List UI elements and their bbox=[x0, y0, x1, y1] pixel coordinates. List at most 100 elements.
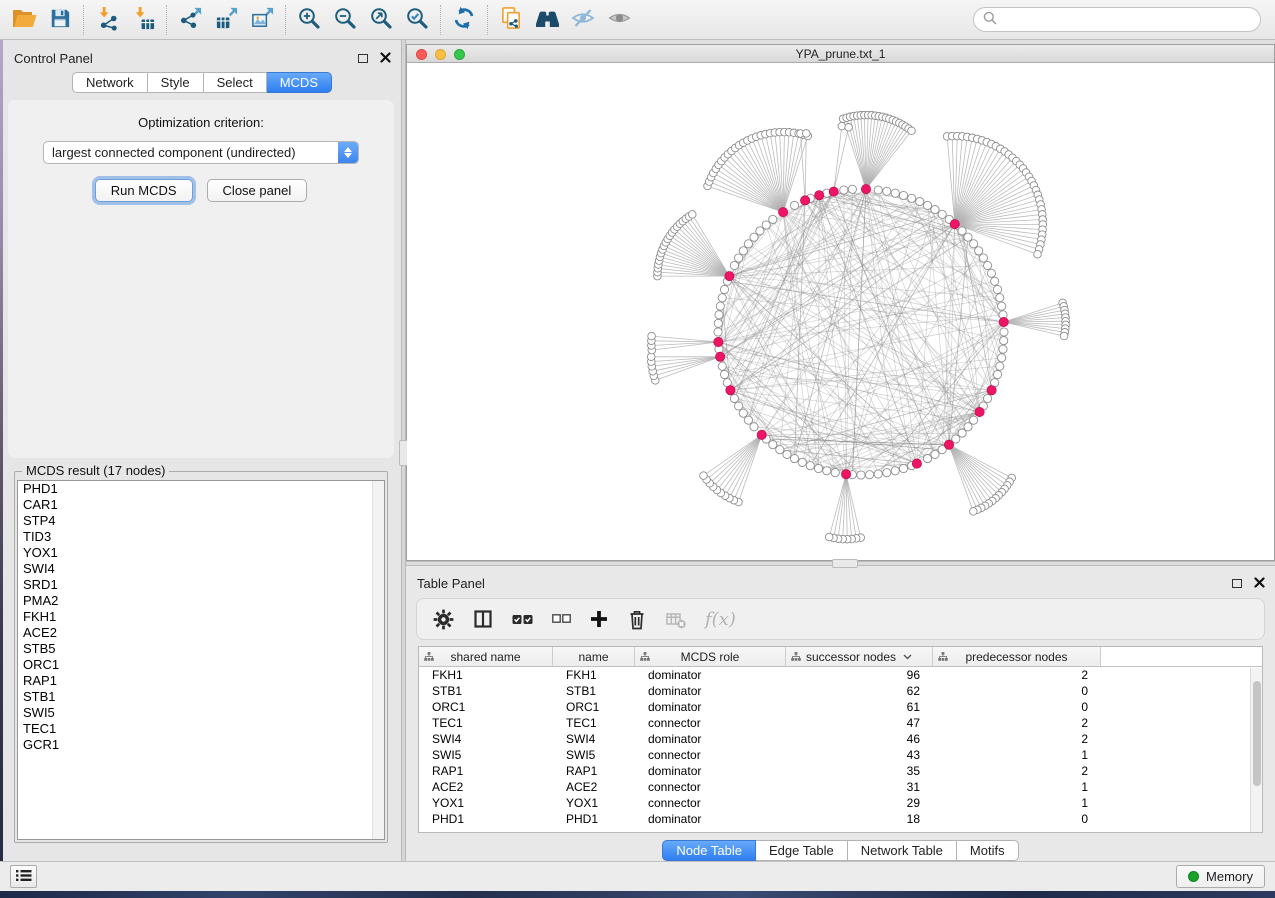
network-node[interactable] bbox=[874, 470, 882, 478]
network-edge[interactable] bbox=[962, 231, 980, 412]
network-node[interactable] bbox=[916, 198, 924, 206]
mcds-result-item[interactable]: SWI4 bbox=[18, 561, 384, 577]
network-node[interactable] bbox=[769, 215, 777, 223]
network-node[interactable] bbox=[1034, 250, 1042, 258]
network-edge[interactable] bbox=[1004, 322, 1066, 329]
network-node[interactable] bbox=[776, 446, 784, 454]
network-node[interactable] bbox=[996, 294, 1004, 302]
tab-style[interactable]: Style bbox=[148, 72, 204, 93]
show-column-icon[interactable] bbox=[473, 609, 493, 629]
network-edge[interactable] bbox=[730, 224, 954, 390]
sort-chevron-icon[interactable] bbox=[903, 654, 912, 660]
network-node[interactable] bbox=[720, 370, 728, 378]
network-node[interactable] bbox=[964, 423, 972, 431]
tab-network-table[interactable]: Network Table bbox=[848, 840, 957, 861]
network-dominator-node[interactable] bbox=[815, 191, 824, 200]
network-dominator-node[interactable] bbox=[987, 386, 996, 395]
network-node[interactable] bbox=[931, 450, 939, 458]
network-node[interactable] bbox=[970, 240, 978, 248]
network-node[interactable] bbox=[806, 462, 814, 470]
memory-button[interactable]: Memory bbox=[1176, 865, 1265, 888]
network-node[interactable] bbox=[715, 311, 723, 319]
mcds-result-item[interactable]: FKH1 bbox=[18, 609, 384, 625]
function-builder-icon[interactable]: f(x) bbox=[705, 609, 736, 630]
table-row[interactable]: FKH1FKH1dominator962 bbox=[419, 667, 1262, 683]
network-node[interactable] bbox=[993, 285, 1001, 293]
hide-selected-button[interactable] bbox=[565, 4, 601, 36]
network-edge[interactable] bbox=[801, 134, 806, 201]
network-node[interactable] bbox=[750, 423, 758, 431]
network-node[interactable] bbox=[783, 450, 791, 458]
table-row[interactable]: SWI4SWI4dominator462 bbox=[419, 731, 1262, 747]
network-edge[interactable] bbox=[783, 134, 799, 213]
network-node[interactable] bbox=[984, 261, 992, 269]
network-node[interactable] bbox=[883, 187, 891, 195]
table-options-gear-icon[interactable] bbox=[433, 609, 454, 630]
network-edge[interactable] bbox=[949, 445, 992, 501]
table-row[interactable]: TEC1TEC1connector472 bbox=[419, 715, 1262, 731]
network-edge[interactable] bbox=[725, 435, 762, 496]
tab-mcds[interactable]: MCDS bbox=[267, 72, 332, 93]
tab-edge-table[interactable]: Edge Table bbox=[756, 840, 848, 861]
network-node[interactable] bbox=[790, 455, 798, 463]
tab-select[interactable]: Select bbox=[204, 72, 267, 93]
network-edge[interactable] bbox=[654, 357, 720, 376]
show-all-button[interactable] bbox=[601, 4, 637, 36]
network-node[interactable] bbox=[996, 362, 1004, 370]
network-node[interactable] bbox=[840, 186, 848, 194]
export-network-button[interactable] bbox=[172, 4, 208, 36]
network-node[interactable] bbox=[714, 319, 722, 327]
network-edge[interactable] bbox=[955, 169, 1023, 225]
network-node[interactable] bbox=[874, 186, 882, 194]
network-node[interactable] bbox=[735, 254, 743, 262]
network-edge[interactable] bbox=[652, 342, 719, 350]
network-node[interactable] bbox=[648, 332, 656, 340]
network-node[interactable] bbox=[1060, 332, 1068, 340]
network-edge[interactable] bbox=[713, 173, 783, 212]
network-node[interactable] bbox=[714, 328, 722, 336]
network-node[interactable] bbox=[866, 471, 874, 479]
network-edge[interactable] bbox=[719, 192, 834, 350]
network-node[interactable] bbox=[975, 247, 983, 255]
network-edge[interactable] bbox=[717, 435, 762, 490]
network-edge[interactable] bbox=[725, 158, 784, 213]
network-node[interactable] bbox=[825, 533, 833, 541]
network-node[interactable] bbox=[891, 467, 899, 475]
network-edge[interactable] bbox=[955, 161, 1017, 224]
network-node[interactable] bbox=[958, 429, 966, 437]
network-node[interactable] bbox=[899, 191, 907, 199]
network-node[interactable] bbox=[756, 227, 764, 235]
network-dominator-node[interactable] bbox=[912, 459, 921, 468]
network-edge[interactable] bbox=[838, 474, 846, 539]
network-node[interactable] bbox=[739, 247, 747, 255]
mcds-result-item[interactable]: ORC1 bbox=[18, 657, 384, 673]
network-node[interactable] bbox=[803, 130, 811, 138]
table-row[interactable]: ORC1ORC1dominator610 bbox=[419, 699, 1262, 715]
network-dominator-node[interactable] bbox=[779, 208, 788, 217]
table-row[interactable]: STB1STB1dominator620 bbox=[419, 683, 1262, 699]
network-node[interactable] bbox=[730, 261, 738, 269]
table-scrollbar[interactable] bbox=[1250, 668, 1262, 832]
save-session-button[interactable] bbox=[42, 4, 78, 36]
network-edge[interactable] bbox=[680, 224, 730, 276]
column-header-shared-name[interactable]: shared name bbox=[419, 647, 553, 666]
import-network-button[interactable] bbox=[89, 4, 125, 36]
network-canvas[interactable] bbox=[407, 63, 1274, 560]
network-edge[interactable] bbox=[739, 435, 762, 502]
network-edge[interactable] bbox=[955, 142, 987, 224]
table-row[interactable]: ACE2ACE2connector311 bbox=[419, 779, 1262, 795]
network-edge[interactable] bbox=[866, 123, 899, 189]
network-edge[interactable] bbox=[721, 435, 762, 493]
network-node[interactable] bbox=[984, 394, 992, 402]
network-node[interactable] bbox=[798, 458, 806, 466]
network-node[interactable] bbox=[991, 277, 999, 285]
network-edge[interactable] bbox=[805, 200, 968, 426]
network-node[interactable] bbox=[899, 464, 907, 472]
mcds-result-item[interactable]: PHD1 bbox=[18, 481, 384, 497]
mcds-result-item[interactable]: STB1 bbox=[18, 689, 384, 705]
network-node[interactable] bbox=[857, 471, 865, 479]
network-dominator-node[interactable] bbox=[801, 196, 810, 205]
network-node[interactable] bbox=[716, 302, 724, 310]
float-panel-icon[interactable] bbox=[358, 54, 368, 63]
network-edge[interactable] bbox=[651, 342, 718, 346]
